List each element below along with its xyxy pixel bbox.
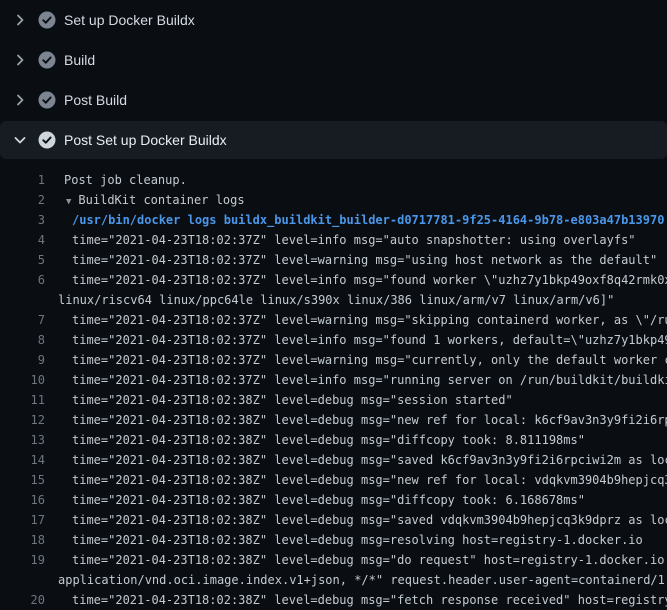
log-line: 14 time="2021-04-23T18:02:38Z" level=debu… [0, 450, 667, 470]
log-line: 12 time="2021-04-23T18:02:38Z" level=debu… [0, 410, 667, 430]
group-collapse-toggle-icon[interactable]: ▼ [66, 197, 71, 207]
line-number[interactable]: 19 [0, 550, 45, 570]
check-circle-icon [38, 91, 56, 109]
log-line-continuation: application/vnd.oci.image.index.v1+json,… [0, 570, 667, 590]
log-text: time="2021-04-23T18:02:38Z" level=debug … [72, 530, 643, 550]
line-number[interactable]: 16 [0, 490, 45, 510]
step-header-build[interactable]: Build [0, 40, 667, 80]
check-circle-icon [38, 131, 56, 149]
check-circle-icon [38, 51, 56, 69]
workflow-log-viewer: Set up Docker Buildx Build Post Build Post … [0, 0, 667, 610]
log-line: 8 time="2021-04-23T18:02:37Z" level=info … [0, 330, 667, 350]
chevron-right-icon[interactable] [12, 92, 28, 108]
chevron-down-icon[interactable] [12, 132, 28, 148]
line-number[interactable]: 7 [0, 310, 45, 330]
log-text: ▼ BuildKit container logs [66, 190, 245, 210]
log-text: time="2021-04-23T18:02:37Z" level=warnin… [72, 350, 667, 370]
steps-list: Set up Docker Buildx Build Post Build Post … [0, 0, 667, 159]
log-line: 11 time="2021-04-23T18:02:38Z" level=debu… [0, 390, 667, 410]
log-command-text: /usr/bin/docker logs buildx_buildkit_bui… [72, 210, 664, 230]
step-header-post-build[interactable]: Post Build [0, 80, 667, 120]
line-number[interactable]: 6 [0, 270, 45, 290]
log-text: time="2021-04-23T18:02:38Z" level=debug … [72, 590, 667, 610]
check-circle-icon [38, 11, 56, 29]
log-section: 1 Post job cleanup. 2 ▼ BuildKit container l… [0, 160, 667, 610]
log-line: 18 time="2021-04-23T18:02:38Z" level=debu… [0, 530, 667, 550]
log-text: time="2021-04-23T18:02:37Z" level=warnin… [72, 250, 657, 270]
log-line: 3/usr/bin/docker logs buildx_buildkit_bu… [0, 210, 667, 230]
log-line: 1 Post job cleanup. [0, 170, 667, 190]
line-number[interactable]: 13 [0, 430, 45, 450]
log-text: time="2021-04-23T18:02:38Z" level=debug … [72, 470, 667, 490]
log-text: application/vnd.oci.image.index.v1+json,… [58, 570, 667, 590]
log-text: time="2021-04-23T18:02:38Z" level=debug … [72, 550, 667, 570]
log-line: 13 time="2021-04-23T18:02:38Z" level=debu… [0, 430, 667, 450]
line-number[interactable]: 20 [0, 590, 45, 610]
log-line: 17 time="2021-04-23T18:02:38Z" level=debu… [0, 510, 667, 530]
log-text: time="2021-04-23T18:02:37Z" level=info m… [72, 370, 667, 390]
log-line: 7 time="2021-04-23T18:02:37Z" level=warni… [0, 310, 667, 330]
line-number[interactable]: 18 [0, 530, 45, 550]
log-line: 4 time="2021-04-23T18:02:37Z" level=info … [0, 230, 667, 250]
line-number[interactable]: 2 [0, 190, 45, 210]
log-line: 9 time="2021-04-23T18:02:37Z" level=warni… [0, 350, 667, 370]
step-header-set-up-docker-buildx[interactable]: Set up Docker Buildx [0, 0, 667, 40]
chevron-right-icon[interactable] [12, 12, 28, 28]
line-number[interactable]: 17 [0, 510, 45, 530]
log-line: 2 ▼ BuildKit container logs [0, 190, 667, 210]
line-number[interactable]: 4 [0, 230, 45, 250]
line-number[interactable]: 10 [0, 370, 45, 390]
log-line: 5 time="2021-04-23T18:02:37Z" level=warni… [0, 250, 667, 270]
log-text: time="2021-04-23T18:02:37Z" level=warnin… [72, 310, 667, 330]
log-text: time="2021-04-23T18:02:38Z" level=debug … [72, 410, 667, 430]
log-text: time="2021-04-23T18:02:37Z" level=info m… [72, 270, 667, 290]
line-number[interactable]: 3 [0, 210, 45, 230]
line-number[interactable]: 5 [0, 250, 45, 270]
step-name: Post Set up Docker Buildx [64, 132, 227, 148]
step-name: Build [64, 52, 95, 68]
log-line: 16 time="2021-04-23T18:02:38Z" level=debu… [0, 490, 667, 510]
line-number[interactable]: 11 [0, 390, 45, 410]
log-line: 10 time="2021-04-23T18:02:37Z" level=info… [0, 370, 667, 390]
log-text: time="2021-04-23T18:02:37Z" level=info m… [72, 230, 636, 250]
log-text: Post job cleanup. [64, 170, 187, 190]
line-number[interactable]: 15 [0, 470, 45, 490]
log-line: 6 time="2021-04-23T18:02:37Z" level=info … [0, 270, 667, 290]
log-line: 20 time="2021-04-23T18:02:38Z" level=debu… [0, 590, 667, 610]
group-title[interactable]: BuildKit container logs [78, 193, 244, 207]
line-number[interactable]: 1 [0, 170, 45, 190]
log-line: 19 time="2021-04-23T18:02:38Z" level=debu… [0, 550, 667, 570]
log-text: time="2021-04-23T18:02:38Z" level=debug … [72, 450, 667, 470]
chevron-right-icon[interactable] [12, 52, 28, 68]
step-name: Set up Docker Buildx [64, 12, 195, 28]
log-text: time="2021-04-23T18:02:37Z" level=info m… [72, 330, 667, 350]
line-number[interactable]: 12 [0, 410, 45, 430]
log-text: time="2021-04-23T18:02:38Z" level=debug … [72, 430, 585, 450]
line-number[interactable]: 8 [0, 330, 45, 350]
log-text: time="2021-04-23T18:02:38Z" level=debug … [72, 490, 585, 510]
log-text: time="2021-04-23T18:02:38Z" level=debug … [72, 390, 513, 410]
line-number[interactable]: 9 [0, 350, 45, 370]
step-header-post-set-up-docker-buildx[interactable]: Post Set up Docker Buildx [0, 121, 667, 159]
log-text: linux/riscv64 linux/ppc64le linux/s390x … [58, 290, 614, 310]
log-text: time="2021-04-23T18:02:38Z" level=debug … [72, 510, 667, 530]
line-number[interactable]: 14 [0, 450, 45, 470]
log-line-continuation: linux/riscv64 linux/ppc64le linux/s390x … [0, 290, 667, 310]
log-line: 15 time="2021-04-23T18:02:38Z" level=debu… [0, 470, 667, 490]
step-name: Post Build [64, 92, 127, 108]
